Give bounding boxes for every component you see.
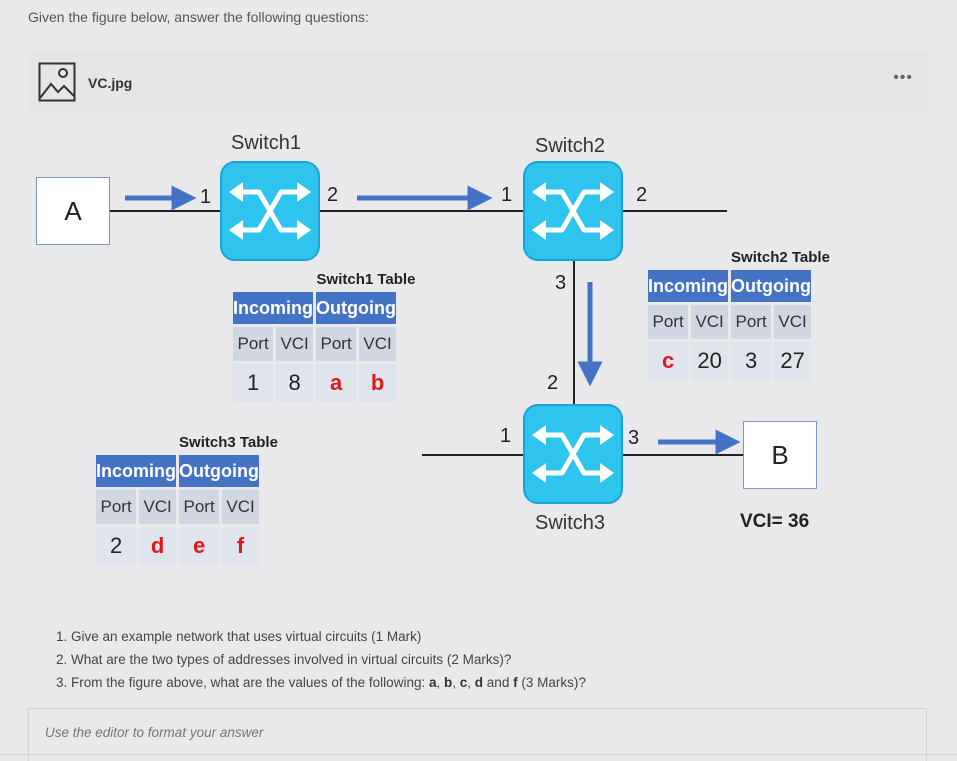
- table-cell: 27: [774, 342, 811, 380]
- switch2-port-1: 1: [501, 184, 513, 206]
- question-item: 2. What are the two types of addresses i…: [56, 652, 512, 667]
- table-title: Switch2 Table: [731, 249, 830, 266]
- table-title: Switch3 Table: [179, 434, 278, 451]
- switch3-label: Switch3: [535, 512, 606, 534]
- column-header: Port: [316, 327, 357, 361]
- column-header: VCI: [222, 490, 259, 524]
- switch2-label: Switch2: [535, 135, 606, 157]
- switch3-port-1: 1: [500, 425, 512, 447]
- switch1-port-1: 1: [200, 186, 212, 208]
- switch3-icon: [524, 405, 622, 503]
- outgoing-header: Outgoing: [316, 292, 396, 324]
- host-b: B: [743, 421, 817, 489]
- question-list: 1. Give an example network that uses vir…: [56, 625, 586, 694]
- attachment-card[interactable]: VC.jpg •••: [28, 52, 927, 112]
- unknown-cell-d: d: [139, 527, 176, 565]
- separator: ,: [452, 675, 460, 690]
- switch3-port-3: 3: [628, 427, 640, 449]
- vc-diagram: A B Switch1 Switch2 Switch3 1 2 1 2 3 2 …: [0, 120, 957, 610]
- unknown-cell-f: f: [222, 527, 259, 565]
- table-cell: 2: [96, 527, 137, 565]
- switch3-port-2: 2: [547, 372, 559, 394]
- divider: [0, 754, 957, 755]
- unknown-cell-a: a: [316, 364, 357, 402]
- switch2-table: Switch2 Table Incoming Outgoing Port VCI…: [648, 249, 913, 380]
- table-cell: 1: [233, 364, 274, 402]
- outgoing-header: Outgoing: [731, 270, 811, 302]
- outgoing-header: Outgoing: [179, 455, 259, 487]
- column-header: VCI: [774, 305, 811, 339]
- question-prompt: Given the figure below, answer the follo…: [28, 9, 369, 25]
- question-item: 3. From the figure above, what are the v…: [56, 671, 586, 694]
- question-item: 1. Give an example network that uses vir…: [56, 629, 422, 644]
- incoming-header: Incoming: [648, 270, 728, 302]
- column-header: VCI: [359, 327, 396, 361]
- column-header: VCI: [276, 327, 313, 361]
- column-header: Port: [96, 490, 137, 524]
- unknown-cell-e: e: [179, 527, 220, 565]
- image-icon: [38, 62, 76, 102]
- table-cell: 20: [691, 342, 728, 380]
- editor-placeholder[interactable]: Use the editor to format your answer: [45, 725, 263, 740]
- switch1-icon: [221, 162, 319, 260]
- switch2-port-3: 3: [555, 272, 567, 294]
- column-header: Port: [648, 305, 689, 339]
- column-header: VCI: [691, 305, 728, 339]
- attachment-filename[interactable]: VC.jpg: [88, 75, 132, 91]
- question-text: 3. From the figure above, what are the v…: [56, 675, 429, 690]
- table-title: Switch1 Table: [316, 271, 416, 288]
- switch1-port-2: 2: [327, 184, 339, 206]
- column-header: Port: [179, 490, 220, 524]
- switch1-label: Switch1: [231, 132, 302, 154]
- column-header: Port: [731, 305, 772, 339]
- switch2-icon: [524, 162, 622, 260]
- question-suffix: (3 Marks)?: [517, 675, 586, 690]
- var-b: b: [444, 675, 453, 690]
- unknown-cell-c: c: [648, 342, 689, 380]
- table-cell: 8: [276, 364, 313, 402]
- switch2-port-2: 2: [636, 184, 648, 206]
- var-d: d: [474, 675, 484, 690]
- separator: ,: [436, 675, 444, 690]
- destination-vci: VCI= 36: [740, 511, 810, 532]
- table-cell: 3: [731, 342, 772, 380]
- host-a: A: [36, 177, 110, 245]
- separator: ,: [467, 675, 475, 690]
- separator: and: [483, 675, 514, 690]
- more-options-icon[interactable]: •••: [893, 69, 913, 87]
- column-header: VCI: [139, 490, 176, 524]
- incoming-header: Incoming: [96, 455, 176, 487]
- switch3-table: Switch3 Table Incoming Outgoing Port VCI…: [96, 434, 361, 565]
- column-header: Port: [233, 327, 274, 361]
- switch1-table: Switch1 Table Incoming Outgoing Port VCI…: [233, 271, 499, 402]
- incoming-header: Incoming: [233, 292, 313, 324]
- unknown-cell-b: b: [359, 364, 396, 402]
